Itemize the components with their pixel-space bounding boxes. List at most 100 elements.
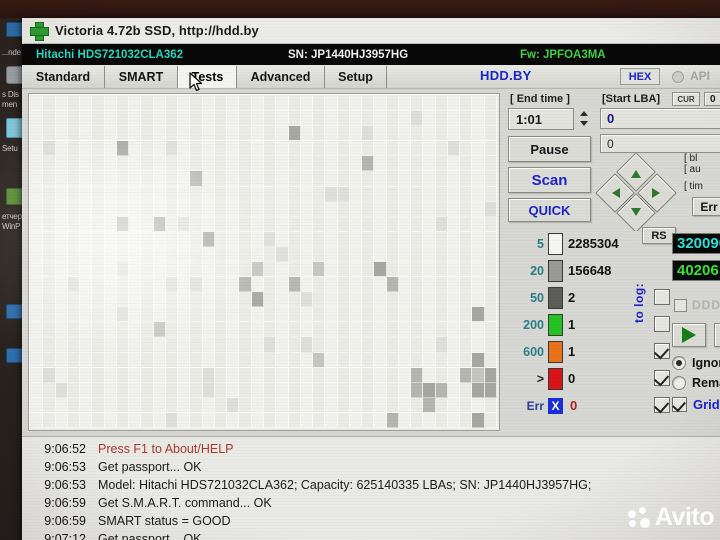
stat-log-checkbox[interactable]: [654, 370, 670, 386]
window-titlebar[interactable]: Victoria 4.72b SSD, http://hdd.by: [22, 18, 720, 44]
map-cell: [239, 111, 252, 127]
cur-value-field[interactable]: 0: [704, 92, 720, 106]
map-cell: [313, 292, 326, 308]
ddd-checkbox[interactable]: [674, 298, 687, 312]
map-cell: [190, 201, 203, 217]
stat-log-checkbox[interactable]: [654, 343, 670, 359]
map-cell: [153, 307, 166, 323]
map-cell: [460, 337, 473, 353]
map-cell: [178, 352, 191, 368]
stat-log-checkbox[interactable]: [654, 289, 670, 305]
map-cell: [447, 96, 461, 112]
map-cell: [92, 111, 105, 127]
stat-log-checkbox[interactable]: [654, 316, 670, 332]
map-cell: [460, 216, 473, 232]
radio-row-remap[interactable]: Remap: [672, 373, 720, 393]
end-time-field[interactable]: 1:01: [508, 108, 574, 130]
hex-button[interactable]: HEX: [620, 68, 660, 85]
map-cell: [362, 261, 375, 278]
radio-row-ignore[interactable]: Ignore: [672, 353, 720, 373]
map-cell: [214, 322, 228, 338]
map-cell: [472, 352, 485, 368]
map-cell: [313, 307, 326, 323]
map-cell: [92, 96, 105, 112]
map-cell: [349, 322, 363, 338]
map-cell: [386, 292, 399, 308]
map-cell: [423, 352, 436, 368]
map-cell: [153, 171, 166, 187]
remap-radio[interactable]: [672, 376, 686, 390]
map-cell: [447, 367, 461, 383]
map-cell: [141, 126, 154, 142]
map-cell: [484, 141, 497, 157]
drive-info-bar: Hitachi HDS721032CLA362 SN: JP1440HJ3957…: [22, 44, 720, 65]
map-cell: [67, 397, 81, 413]
map-cell: [362, 201, 375, 217]
pause-button[interactable]: Pause: [508, 136, 591, 162]
map-cell: [92, 292, 105, 308]
map-cell: [374, 277, 387, 293]
grid-row[interactable]: Grid: [672, 397, 720, 412]
ignore-radio[interactable]: [672, 356, 686, 370]
tab-standard[interactable]: Standard: [22, 66, 105, 88]
ignore-label: Ignore: [692, 356, 720, 370]
map-cell: [80, 246, 93, 262]
map-cell: [202, 292, 215, 308]
err-button[interactable]: Err: [692, 197, 720, 216]
map-cell: [263, 261, 277, 278]
prev-button[interactable]: [714, 323, 720, 347]
spinner-up-icon[interactable]: [576, 108, 591, 118]
map-cell: [386, 352, 399, 368]
map-cell: [362, 292, 375, 308]
quick-button[interactable]: QUICK: [508, 198, 591, 222]
block-map-grid[interactable]: [31, 96, 497, 428]
tab-setup[interactable]: Setup: [325, 66, 387, 88]
map-cell: [153, 261, 166, 278]
stat-value: 1: [568, 344, 576, 359]
map-cell: [92, 277, 105, 293]
map-cell: [472, 126, 485, 142]
cur-button[interactable]: CUR: [672, 92, 700, 106]
tab-tests[interactable]: Tests: [178, 66, 237, 88]
log-panel[interactable]: 9:06:52 Press F1 to About/HELP 9:06:53 Get …: [22, 436, 720, 540]
map-cell: [398, 231, 412, 247]
map-cell: [129, 367, 142, 383]
map-cell: [55, 412, 68, 428]
map-cell: [104, 156, 117, 172]
map-cell: [214, 246, 228, 262]
map-cell: [472, 292, 485, 308]
map-cell: [349, 156, 363, 172]
play-button[interactable]: [672, 323, 706, 347]
stat-log-checkbox[interactable]: [654, 397, 670, 413]
map-cell: [153, 201, 166, 217]
map-cell: [435, 96, 448, 112]
scan-button[interactable]: Scan: [508, 167, 591, 193]
map-cell: [447, 261, 461, 278]
map-cell: [276, 382, 289, 398]
map-cell: [386, 367, 399, 383]
end-time-spinner[interactable]: [576, 108, 591, 130]
nav-pad[interactable]: [595, 152, 677, 233]
map-cell: [300, 216, 314, 232]
map-cell: [337, 307, 350, 323]
log-time: 9:06:59: [44, 496, 86, 510]
spinner-down-icon[interactable]: [576, 118, 591, 128]
tab-advanced[interactable]: Advanced: [237, 66, 325, 88]
api-radio[interactable]: [672, 71, 684, 83]
ddd-row[interactable]: DDD: [674, 298, 720, 312]
block-map-panel[interactable]: [28, 93, 500, 431]
grid-checkbox[interactable]: [672, 397, 687, 412]
map-cell: [55, 246, 68, 262]
start-lba-input[interactable]: 0: [600, 108, 720, 129]
map-cell: [300, 156, 314, 172]
map-cell: [276, 216, 289, 232]
map-cell: [300, 397, 314, 413]
end-lba-input[interactable]: 0: [600, 134, 720, 153]
map-cell: [116, 201, 130, 217]
map-cell: [447, 337, 461, 353]
map-cell: [55, 201, 68, 217]
tab-smart[interactable]: SMART: [105, 66, 178, 88]
map-cell: [349, 246, 363, 262]
map-cell: [435, 412, 448, 428]
map-cell: [67, 126, 81, 142]
